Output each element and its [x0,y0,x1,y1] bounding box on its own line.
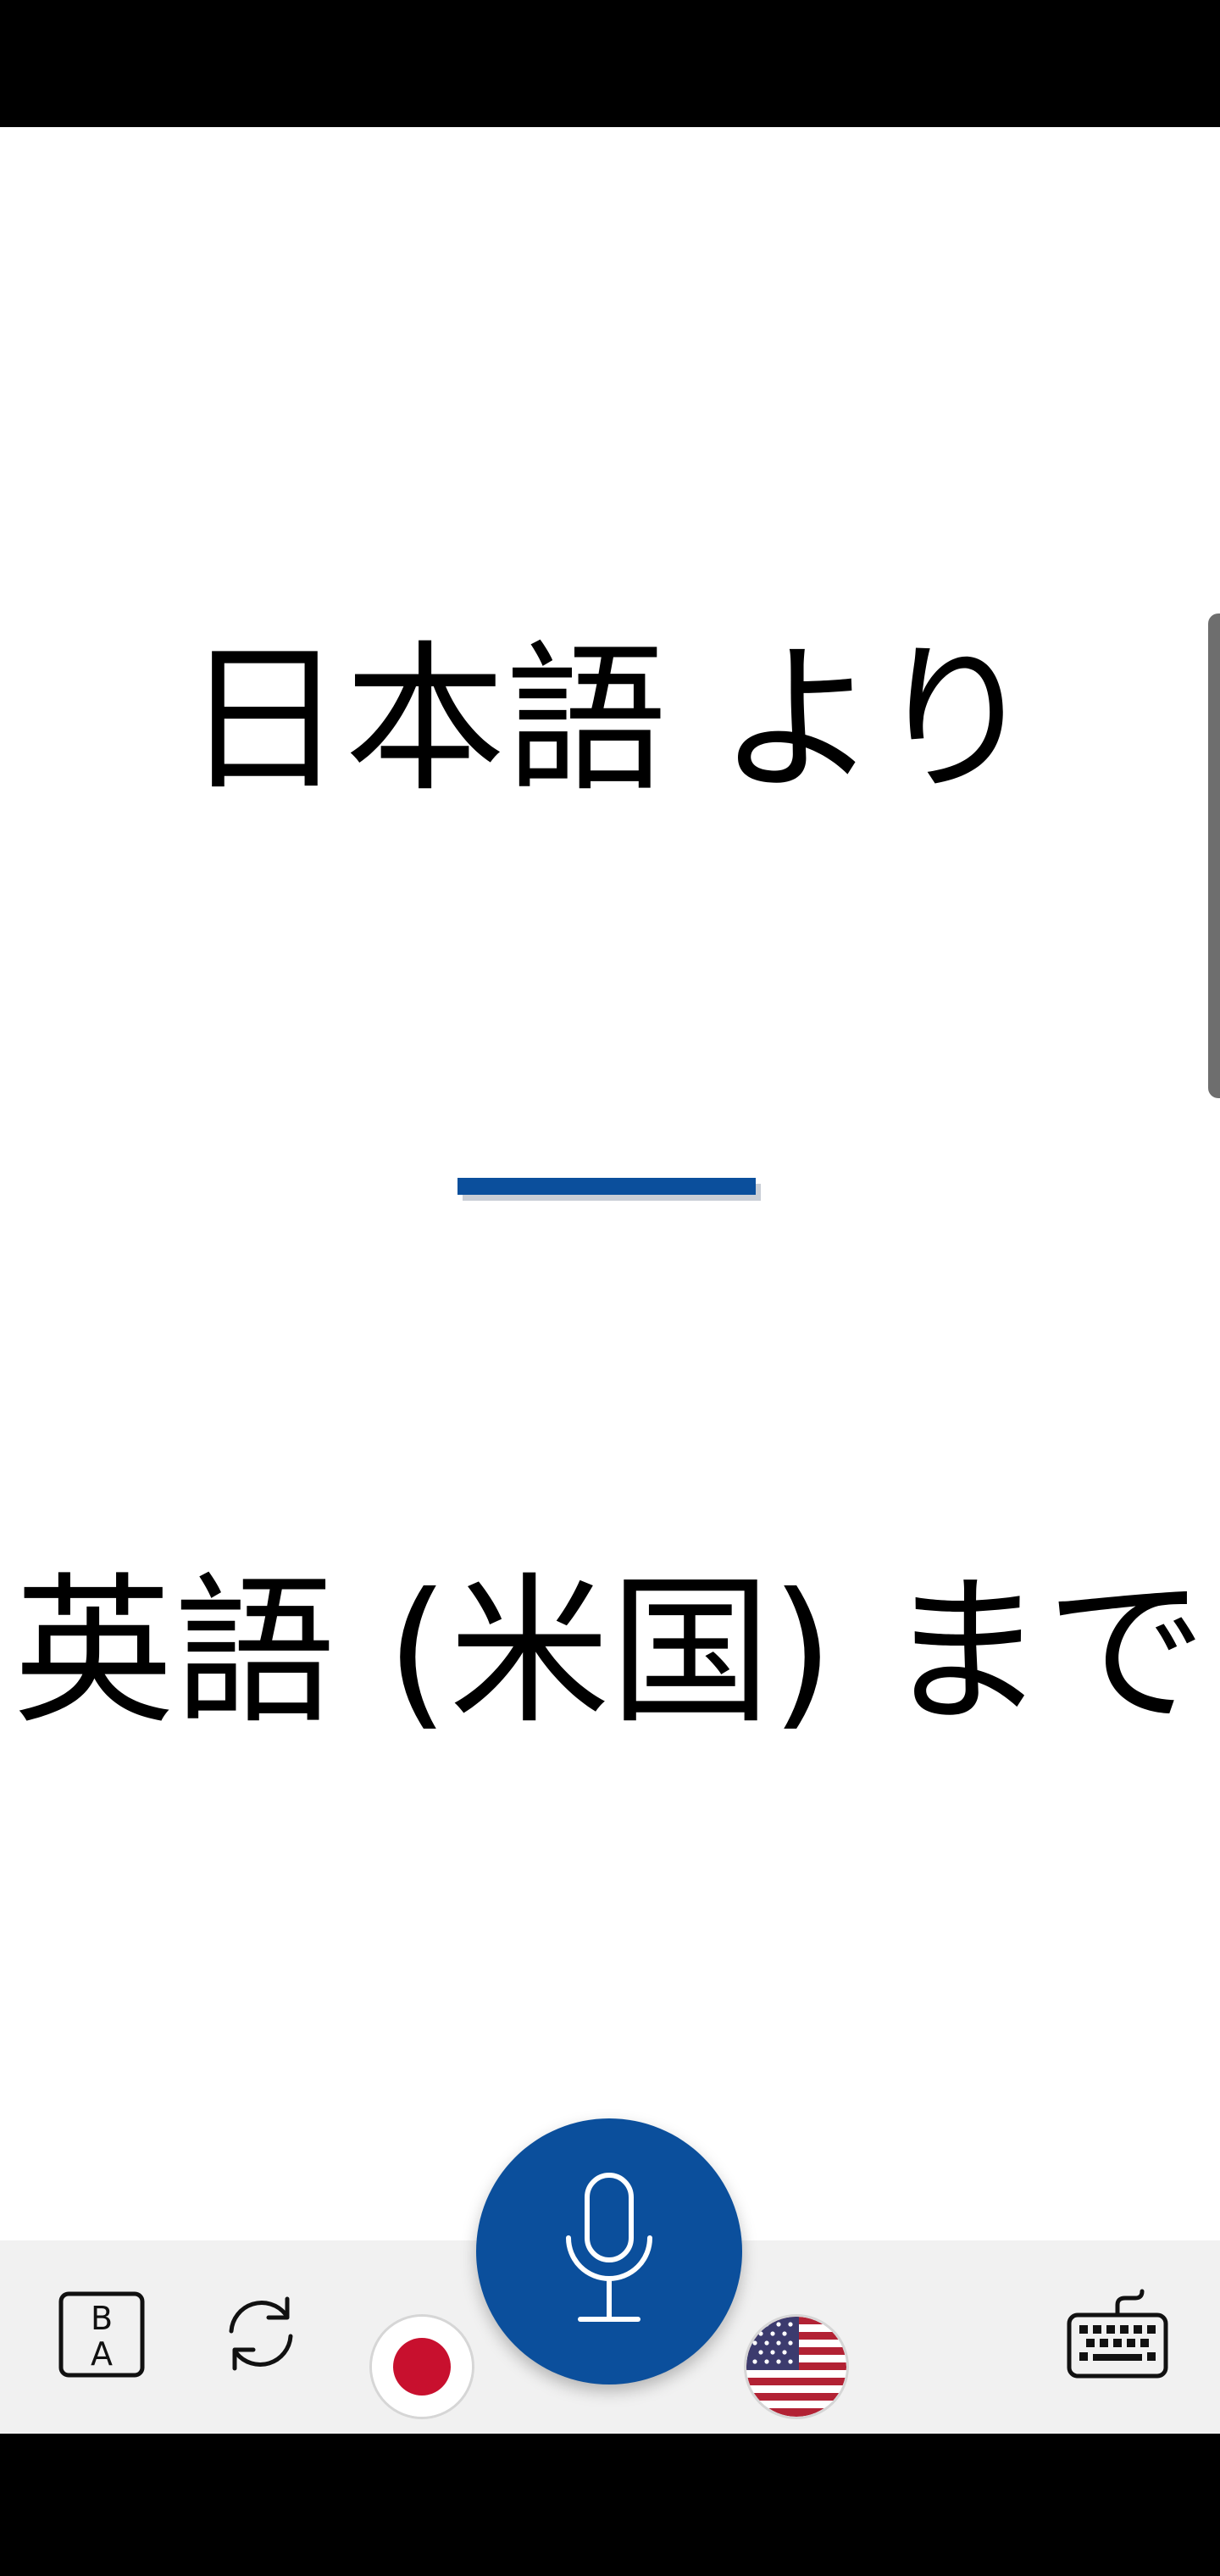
keyboard-button[interactable] [1062,2281,1173,2386]
source-language-label[interactable]: 日本語 より [0,610,1220,830]
microphone-button[interactable] [476,2118,742,2384]
svg-text:A: A [91,2335,113,2373]
us-flag-icon [746,2317,846,2417]
target-language-flag-button[interactable] [744,2314,849,2419]
status-bar [0,0,1220,127]
japan-flag-icon [372,2317,472,2417]
ba-text-icon: B A [58,2291,145,2378]
side-panel-handle[interactable] [1208,613,1220,1098]
target-language-label[interactable]: 英語 (米国) まで [0,1542,1220,1763]
microphone-icon [566,2173,652,2322]
text-mode-button[interactable]: B A [51,2284,152,2385]
keyboard-icon [1067,2289,1168,2379]
navigation-bar [0,2434,1220,2576]
source-language-flag-button[interactable] [369,2314,474,2419]
svg-text:B: B [91,2300,113,2337]
swap-languages-icon [229,2296,293,2371]
language-divider [458,1178,756,1195]
swap-languages-button[interactable] [208,2281,313,2386]
